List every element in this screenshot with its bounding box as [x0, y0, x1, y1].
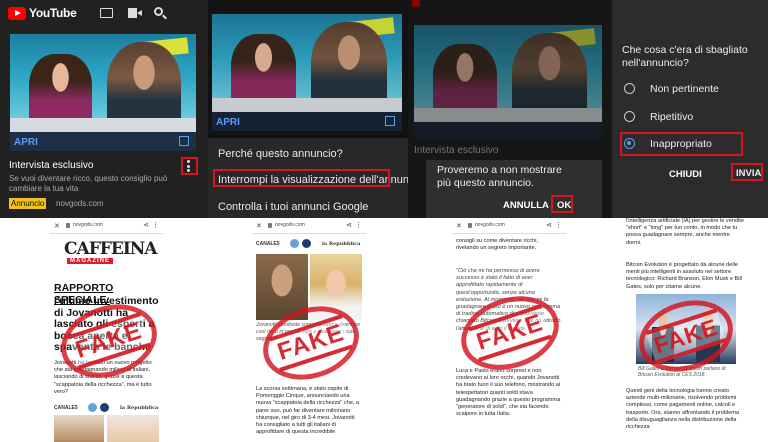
- browser-bar: ✕ novgods.com ⋖ ⋮: [252, 218, 366, 234]
- ad-title: Intervista esclusivo: [9, 160, 94, 171]
- fake-stamp-text: FAKE: [67, 312, 151, 370]
- fake-article-2: ✕ novgods.com ⋖ ⋮ CANALE5 la Repubblica …: [252, 218, 366, 442]
- option-repetitive[interactable]: Ripetitivo: [650, 111, 693, 123]
- ad-video-thumbnail: [414, 25, 602, 122]
- url-text: novgods.com: [275, 222, 305, 228]
- lock-icon: [66, 223, 70, 228]
- tv-logo-icon: [100, 403, 109, 412]
- fake-article-4: l'intelligenza artificiale (IA) per gest…: [624, 218, 748, 442]
- open-external-icon[interactable]: [385, 116, 395, 126]
- youtube-logo-icon: [412, 0, 420, 7]
- open-external-icon[interactable]: [179, 136, 189, 146]
- option-inappropriate[interactable]: Inappropriato: [650, 138, 712, 150]
- article-body: Luca e Paolo erano sorpresi e non credev…: [456, 368, 561, 418]
- fake-stamp-text: FAKE: [645, 308, 727, 364]
- url-text: novgods.com: [73, 222, 103, 228]
- radio-repetitive[interactable]: [624, 111, 635, 122]
- more-options-icon[interactable]: [187, 160, 190, 172]
- ad-domain: novgods.com: [56, 199, 104, 208]
- logo-repubblica: la Repubblica: [322, 241, 361, 247]
- menu-dots-icon[interactable]: ⋮: [152, 221, 159, 229]
- apri-button[interactable]: APRI: [14, 137, 38, 148]
- share-icon[interactable]: ⋖: [143, 221, 149, 229]
- ad-subtitle: Se vuoi diventare ricco, questo consigli…: [9, 174, 168, 193]
- youtube-logo-text: YouTube: [29, 6, 77, 20]
- browser-bar: ✕ novgods.com ⋖ ⋮: [452, 218, 566, 234]
- ad-title-dimmed: Intervista esclusivo: [414, 145, 499, 156]
- menu-dots-icon[interactable]: ⋮: [355, 221, 362, 229]
- apri-bar[interactable]: APRI: [212, 112, 402, 131]
- feedback-dialog-panel: [608, 0, 768, 218]
- close-icon[interactable]: ✕: [256, 222, 262, 230]
- menu-item-why-this-ad[interactable]: Perché questo annuncio?: [218, 148, 343, 160]
- radio-not-relevant[interactable]: [624, 83, 635, 94]
- ad-badge: Annuncio: [9, 198, 47, 209]
- option-not-relevant[interactable]: Non pertinente: [650, 83, 719, 95]
- article-intro: l'intelligenza artificiale (IA) per gest…: [626, 218, 744, 246]
- tv-logo-icon: [302, 239, 311, 248]
- article-body: Bitcoin Evolution è progettato da alcune…: [626, 262, 742, 290]
- article-body: La scorsa settimana, è stato ospite di P…: [256, 386, 360, 436]
- article-body-2: Questi geni della tecnologia hanno creat…: [626, 388, 740, 431]
- youtube-logo-icon[interactable]: [8, 7, 26, 20]
- radio-inappropriate[interactable]: [624, 138, 635, 149]
- media-logos: CANALE5 la Repubblica: [54, 402, 159, 414]
- media-logos: CANALE5 la Repubblica: [256, 238, 362, 250]
- lock-icon: [468, 223, 472, 228]
- lock-icon: [268, 223, 272, 228]
- ok-button[interactable]: OK: [557, 200, 571, 211]
- article-photo: [107, 415, 159, 442]
- camera-icon[interactable]: [128, 8, 142, 18]
- logo-canale5: CANALE5: [256, 241, 280, 247]
- dialog-message: Proveremo a non mostrare più questo annu…: [437, 164, 562, 189]
- apri-bar[interactable]: APRI: [10, 132, 196, 151]
- tv-logo-icon: [290, 239, 299, 248]
- url-text: novgods.com: [475, 222, 505, 228]
- send-button[interactable]: INVIA: [736, 168, 761, 179]
- share-icon[interactable]: ⋖: [546, 221, 552, 229]
- article-photo: [54, 415, 104, 442]
- menu-item-control-ads[interactable]: Controlla i tuoi annunci Google: [218, 201, 368, 213]
- tv-logo-icon: [88, 403, 97, 412]
- caffeina-logo-sub: MAGAZINE: [67, 258, 113, 264]
- fake-stamp-text: FAKE: [269, 314, 353, 372]
- highlight-box: [213, 169, 390, 187]
- ad-video-thumbnail[interactable]: [212, 14, 402, 112]
- fake-stamp-text: FAKE: [468, 304, 552, 362]
- search-icon[interactable]: [154, 7, 167, 20]
- apri-bar: [414, 122, 602, 140]
- browser-bar: ✕ novgods.com ⋖ ⋮: [50, 218, 163, 234]
- share-icon[interactable]: ⋖: [346, 221, 352, 229]
- cancel-button[interactable]: ANNULLA: [503, 200, 549, 211]
- ad-video-thumbnail[interactable]: [10, 34, 196, 132]
- close-icon[interactable]: ✕: [54, 222, 60, 230]
- fake-article-1: ✕ novgods.com ⋖ ⋮ CAFFEINA MAGAZINE RAPP…: [50, 218, 163, 442]
- caffeina-logo: CAFFEINA: [64, 239, 157, 259]
- feedback-question: Che cosa c'era di sbagliato nell'annunci…: [622, 44, 748, 69]
- menu-dots-icon[interactable]: ⋮: [555, 221, 562, 229]
- logo-repubblica: la Repubblica: [120, 405, 159, 411]
- fake-article-3: ✕ novgods.com ⋖ ⋮ consigli su come diven…: [452, 218, 566, 442]
- apri-button[interactable]: APRI: [216, 117, 240, 128]
- article-intro: consigli su come diventare ricchi, rivel…: [456, 238, 539, 252]
- youtube-ad-panel: YouTube APRI Intervista esclusivo Se vuo…: [0, 0, 208, 218]
- youtube-header: YouTube: [0, 0, 208, 26]
- close-button[interactable]: CHIUDI: [669, 169, 702, 180]
- cast-icon[interactable]: [100, 8, 113, 18]
- logo-canale5: CANALE5: [54, 405, 78, 411]
- close-icon[interactable]: ✕: [456, 222, 462, 230]
